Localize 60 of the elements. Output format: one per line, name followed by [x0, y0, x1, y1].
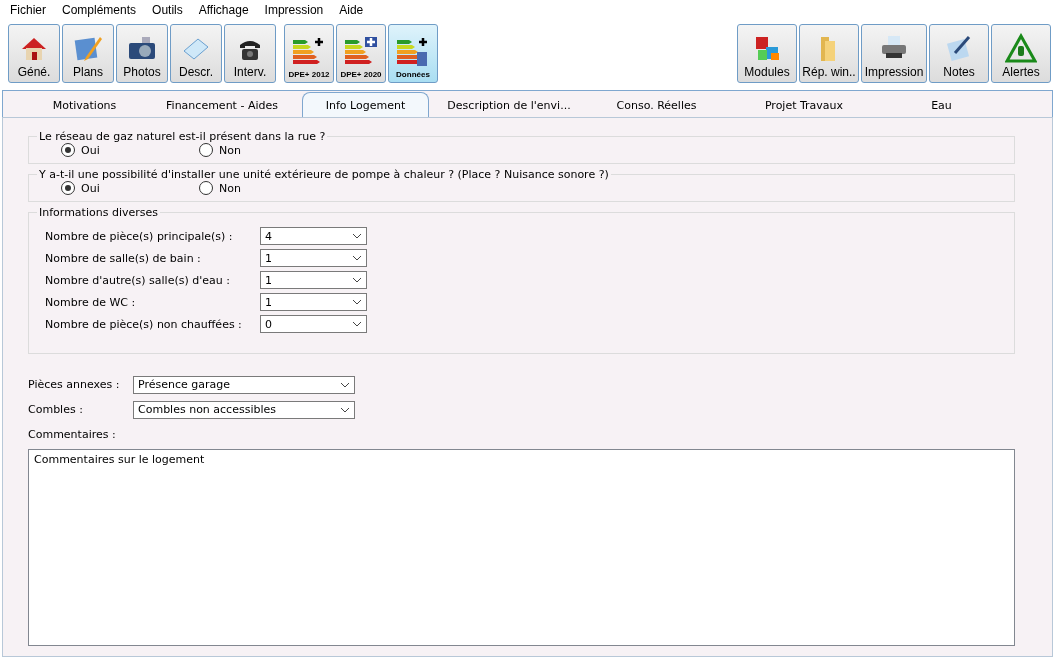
group-title: Y a-t-il une possibilité d'installer une unité extérieure de pompe à chaleur ? (Place ? Nuisance sonore ?): [38, 168, 610, 181]
menu-item[interactable]: Aide: [331, 3, 372, 17]
tab[interactable]: Projet Travaux: [724, 93, 884, 117]
toolbar-button[interactable]: Géné.: [8, 24, 60, 83]
menu-item[interactable]: Compléments: [54, 3, 145, 17]
caret-icon: [352, 233, 362, 239]
radio-label: Non: [219, 143, 241, 157]
dropdown[interactable]: 1: [260, 249, 367, 267]
tab[interactable]: Financement - Aides: [142, 93, 302, 117]
field-label: Nombre de salle(s) de bain :: [44, 251, 202, 265]
toolbar-button[interactable]: Photos: [116, 24, 168, 83]
caret-icon: [352, 299, 362, 305]
caret-icon: [352, 255, 362, 261]
toolbar-button[interactable]: DPE+ 2012: [284, 24, 334, 83]
field-label: Pièces annexes :: [28, 378, 121, 391]
radio-button[interactable]: [199, 181, 213, 195]
toolbar-button[interactable]: DPE+ 2020: [336, 24, 386, 83]
field-label: Nombre de WC :: [44, 295, 137, 309]
field-label: Commentaires :: [28, 428, 117, 441]
menu-item[interactable]: Fichier: [2, 3, 54, 17]
comment-field[interactable]: Commentaires sur le logement: [28, 449, 1015, 646]
tab[interactable]: Conso. Réelles: [589, 93, 724, 117]
tab[interactable]: Eau: [884, 93, 999, 117]
tab[interactable]: Description de l'envi...: [429, 93, 589, 117]
field-label: Nombre d'autre(s) salle(s) d'eau :: [44, 273, 231, 287]
radio-button[interactable]: [199, 143, 213, 157]
field-label: Nombre de pièce(s) principale(s) :: [44, 229, 234, 243]
toolbar-button[interactable]: Alertes: [991, 24, 1051, 83]
field-label: Nombre de pièce(s) non chauffées :: [44, 317, 243, 331]
dropdown[interactable]: 4: [260, 227, 367, 245]
radio-button[interactable]: [61, 181, 75, 195]
toolbar-button[interactable]: Interv.: [224, 24, 276, 83]
dropdown[interactable]: 0: [260, 315, 367, 333]
radio-label: Non: [219, 181, 241, 195]
radio-label: Oui: [81, 143, 100, 157]
menu-item[interactable]: Affichage: [190, 3, 257, 17]
dropdown[interactable]: Combles non accessibles: [133, 400, 355, 419]
radio-button[interactable]: [61, 143, 75, 157]
toolbar-button[interactable]: Données: [388, 24, 438, 83]
menu-item[interactable]: Impression: [256, 3, 332, 17]
tab[interactable]: Info Logement: [302, 92, 429, 117]
caret-icon: [352, 321, 362, 327]
dropdown[interactable]: Présence garage: [133, 375, 355, 394]
caret-icon: [352, 277, 362, 283]
group-title: Le réseau de gaz naturel est-il présent dans la rue ?: [38, 130, 327, 143]
toolbar-button[interactable]: Plans: [62, 24, 114, 83]
group-title: Informations diverses: [38, 206, 159, 219]
tab[interactable]: Motivations: [27, 93, 142, 117]
toolbar-button[interactable]: Rép. win..: [799, 24, 859, 83]
caret-icon: [340, 381, 350, 388]
caret-icon: [340, 406, 350, 413]
toolbar-button[interactable]: Modules: [737, 24, 797, 83]
toolbar-button[interactable]: Impression: [861, 24, 927, 83]
radio-label: Oui: [81, 181, 100, 195]
menu-item[interactable]: Outils: [144, 3, 191, 17]
field-label: Combles :: [28, 403, 84, 416]
dropdown[interactable]: 1: [260, 293, 367, 311]
toolbar-button[interactable]: Notes: [929, 24, 989, 83]
toolbar-button[interactable]: Descr.: [170, 24, 222, 83]
dropdown[interactable]: 1: [260, 271, 367, 289]
